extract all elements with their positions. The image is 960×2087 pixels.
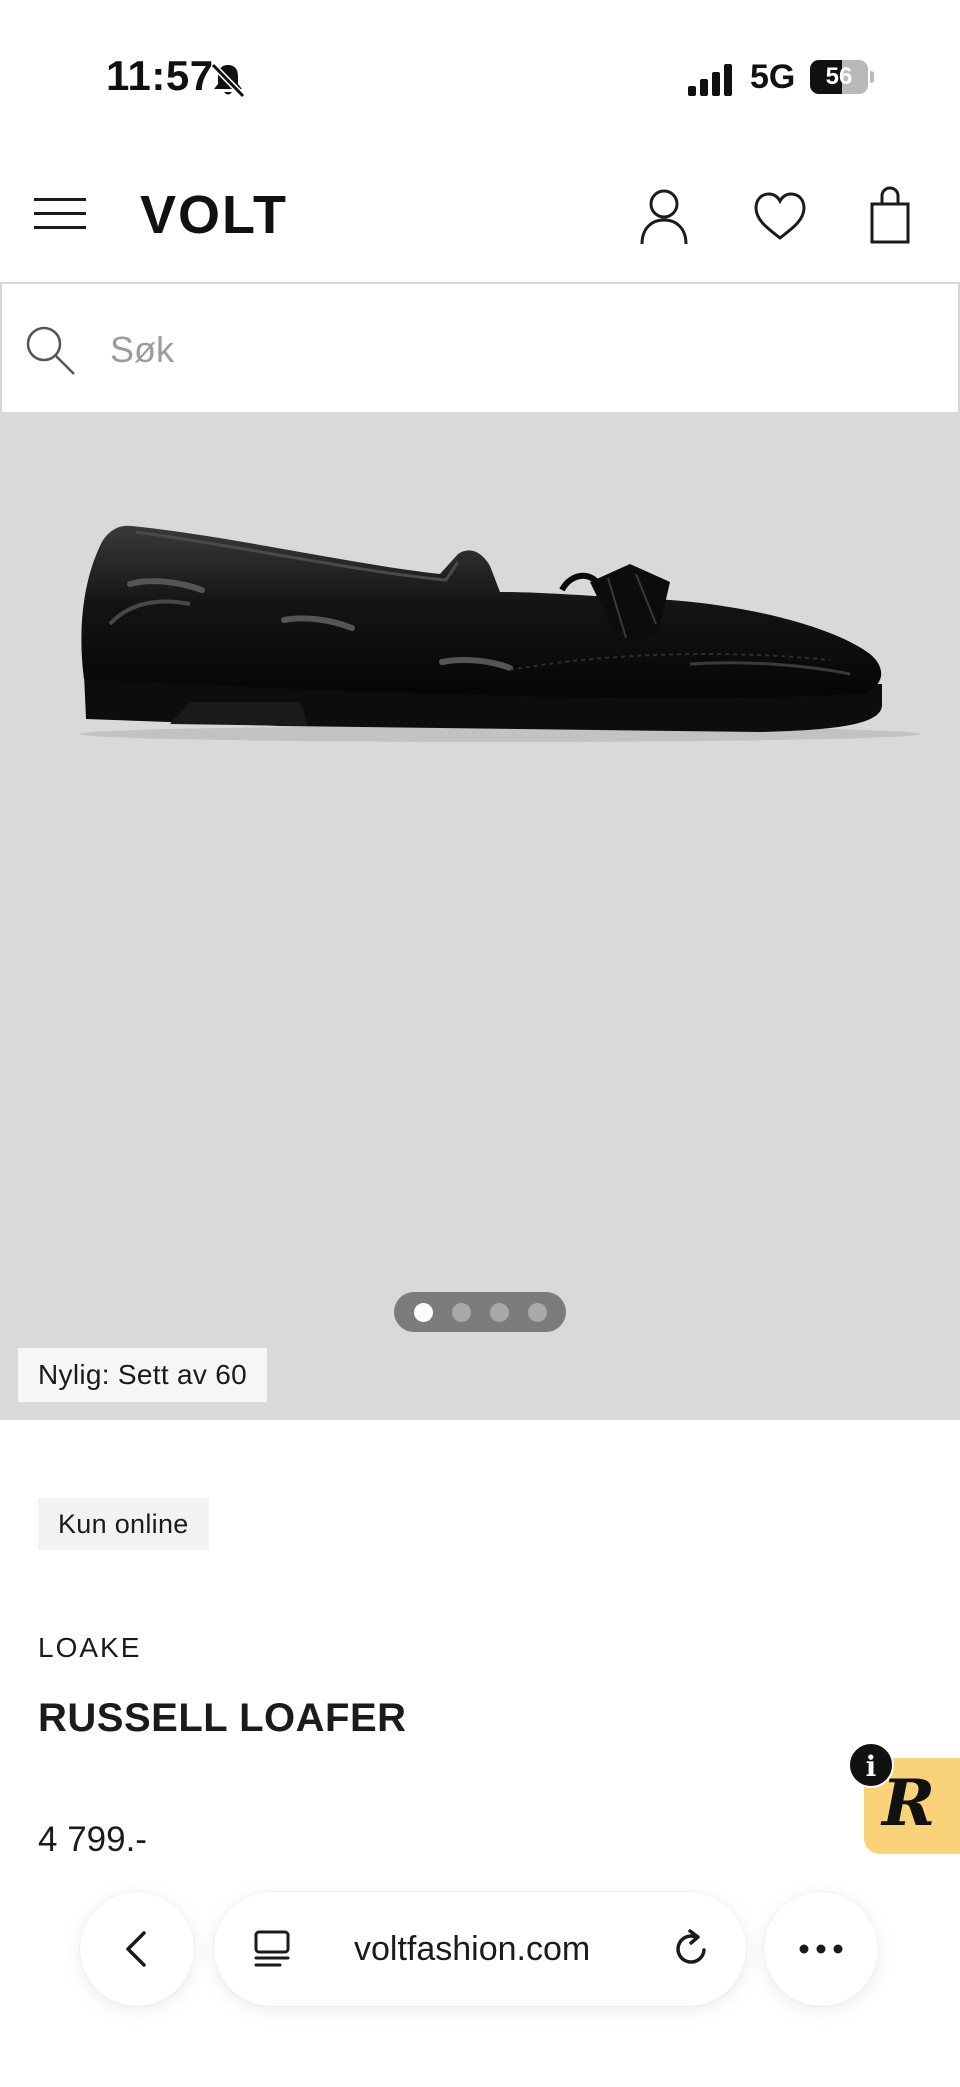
more-button[interactable] [764,1892,878,2006]
carousel-dot[interactable] [527,1302,547,1322]
recent-views-badge: Nylig: Sett av 60 [18,1348,267,1402]
search-bar [0,282,960,414]
carousel-dot[interactable] [413,1302,433,1322]
info-icon[interactable]: i [848,1742,894,1788]
site-header: VOLT [0,150,960,280]
cart-icon[interactable] [866,186,922,246]
address-bar[interactable]: voltfashion.com [214,1892,746,2006]
account-icon[interactable] [636,186,692,246]
back-button[interactable] [80,1892,194,2006]
bell-muted-icon [210,62,246,99]
menu-icon[interactable] [34,198,86,232]
url-text[interactable]: voltfashion.com [354,1930,590,1969]
site-logo[interactable]: VOLT [140,184,288,246]
carousel-dot[interactable] [451,1302,471,1322]
product-gallery[interactable]: Nylig: Sett av 60 [0,414,960,1420]
page-menu-icon[interactable] [252,1928,294,1970]
product-image[interactable] [70,474,920,744]
product-price: 4 799.- [38,1820,147,1859]
product-name: RUSSELL LOAFER [38,1696,407,1740]
battery-icon: 56 [810,60,874,94]
carousel-dots[interactable] [394,1292,566,1332]
status-time: 11:57 [106,52,214,99]
search-icon[interactable] [24,324,78,378]
status-bar: 11:57 5G 56 [0,0,960,140]
carousel-dot[interactable] [489,1302,509,1322]
signal-icon [688,64,732,96]
online-only-tag: Kun online [38,1498,209,1550]
chevron-left-icon [126,1931,146,1967]
battery-level: 56 [825,63,853,90]
network-label: 5G [750,58,796,96]
product-brand[interactable]: LOAKE [38,1632,141,1664]
search-input[interactable] [110,320,910,380]
wishlist-icon[interactable] [752,186,808,246]
reload-icon[interactable] [670,1928,712,1970]
more-dots-icon [799,1944,843,1954]
